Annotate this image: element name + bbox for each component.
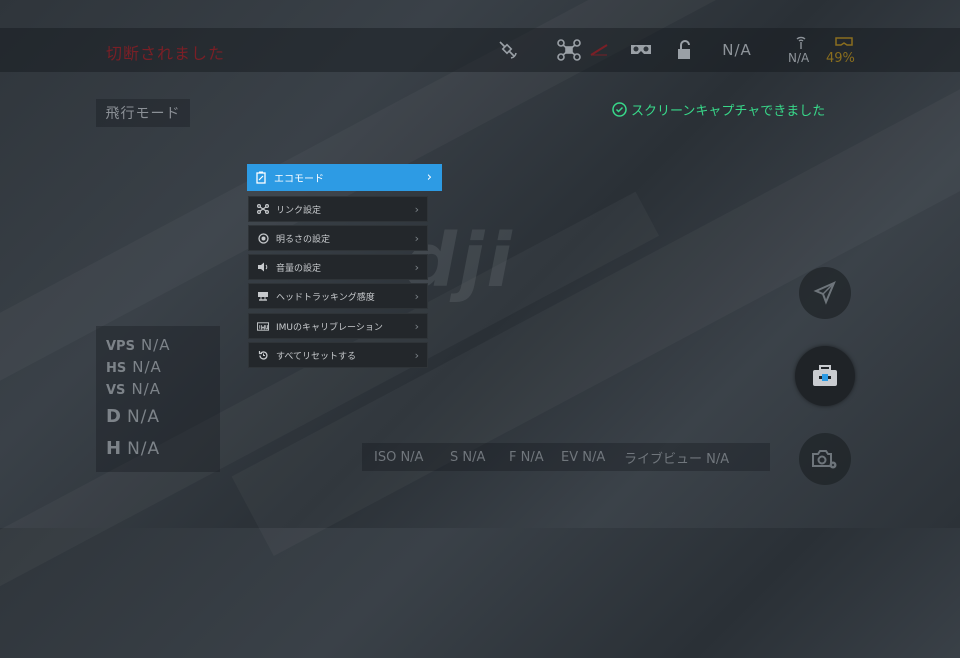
menu-item-label: ヘッドトラッキング感度 [276, 292, 375, 303]
brightness-icon [257, 232, 269, 244]
telemetry-label: H [106, 438, 122, 459]
chevron-right-icon: › [414, 319, 419, 333]
menu-item-volume[interactable]: 音量の設定 › [248, 254, 428, 280]
telemetry-value: N/A [127, 439, 161, 459]
menu-item-label: 音量の設定 [276, 263, 322, 274]
menu-item-label: すべてリセットする [276, 351, 357, 362]
camera-settings-icon [811, 447, 839, 471]
imu-icon [257, 320, 269, 332]
rc-signal-value: N/A [788, 51, 810, 65]
signal-warning-icon [588, 38, 610, 62]
link-settings-icon [257, 203, 269, 215]
telemetry-vs: VS N/A [106, 380, 161, 398]
telemetry-value: N/A [126, 407, 161, 427]
menu-item-label: エコモード [274, 174, 324, 185]
menu-item-label: 明るさの設定 [276, 234, 331, 245]
unlock-icon [674, 38, 694, 62]
camera-settings-button[interactable] [799, 433, 851, 485]
battery-percent: 49% [826, 51, 855, 66]
chevron-right-icon: › [414, 348, 419, 362]
check-circle-icon [612, 102, 627, 117]
altitude-na: N/A [722, 41, 752, 59]
chevron-right-icon: › [414, 202, 419, 216]
toast-text: スクリーンキャプチャできました [631, 104, 826, 119]
telemetry-label: VPS [106, 339, 135, 354]
menu-item-head-tracking[interactable]: ヘッドトラッキング感度 › [248, 283, 428, 309]
telemetry-value: N/A [131, 380, 161, 398]
chevron-right-icon: › [414, 289, 419, 303]
camera-params-bar: ISO N/A S N/A F N/A EV N/A ライブビュー N/A [362, 443, 770, 471]
menu-item-label: リンク設定 [276, 205, 322, 216]
menu-item-link-settings[interactable]: リンク設定 › [248, 196, 428, 222]
flight-mode-label: 飛行モード [96, 99, 190, 127]
camera-fnumber: F N/A [509, 449, 544, 465]
telemetry-hs: HS N/A [106, 358, 162, 376]
telemetry-vps: VPS N/A [106, 336, 171, 354]
menu-item-label: IMUのキャリブレーション [276, 322, 383, 333]
menu-item-brightness[interactable]: 明るさの設定 › [248, 225, 428, 251]
goggles-battery-icon [834, 36, 854, 50]
chevron-right-icon: › [414, 260, 419, 274]
telemetry-value: N/A [132, 358, 162, 376]
menu-item-reset-all[interactable]: すべてリセットする › [248, 342, 428, 368]
toolbox-button[interactable] [795, 346, 855, 406]
eco-mode-icon [255, 171, 267, 184]
camera-shutter: S N/A [450, 449, 486, 465]
toolbox-icon [811, 364, 839, 388]
takeoff-button[interactable] [799, 267, 851, 319]
screenshot-toast: スクリーンキャプチャできました [612, 100, 825, 119]
satellite-icon [496, 38, 520, 62]
camera-iso: ISO N/A [374, 449, 424, 465]
volume-icon [257, 261, 269, 273]
telemetry-label: HS [106, 361, 127, 376]
camera-liveview: ライブビュー N/A [624, 451, 730, 467]
camera-ev: EV N/A [561, 449, 606, 465]
takeoff-icon [812, 280, 838, 306]
rc-signal-icon [792, 36, 810, 50]
goggles-icon [628, 38, 654, 62]
head-tracking-icon [257, 290, 269, 302]
chevron-right-icon: › [414, 231, 419, 245]
connection-status: 切断されました [106, 44, 226, 63]
telemetry-label: D [106, 406, 121, 427]
telemetry-panel: VPS N/A HS N/A VS N/A D N/A H N/A [96, 326, 220, 472]
menu-item-imu-calibration[interactable]: IMUのキャリブレーション › [248, 313, 428, 339]
drone-icon [556, 38, 582, 62]
telemetry-value: N/A [140, 336, 171, 354]
telemetry-label: VS [106, 383, 126, 398]
telemetry-distance: D N/A [106, 406, 160, 427]
telemetry-height: H N/A [106, 438, 160, 459]
reset-icon [257, 349, 269, 361]
menu-item-eco-mode[interactable]: エコモード › [247, 164, 442, 191]
chevron-right-icon: › [426, 170, 432, 185]
